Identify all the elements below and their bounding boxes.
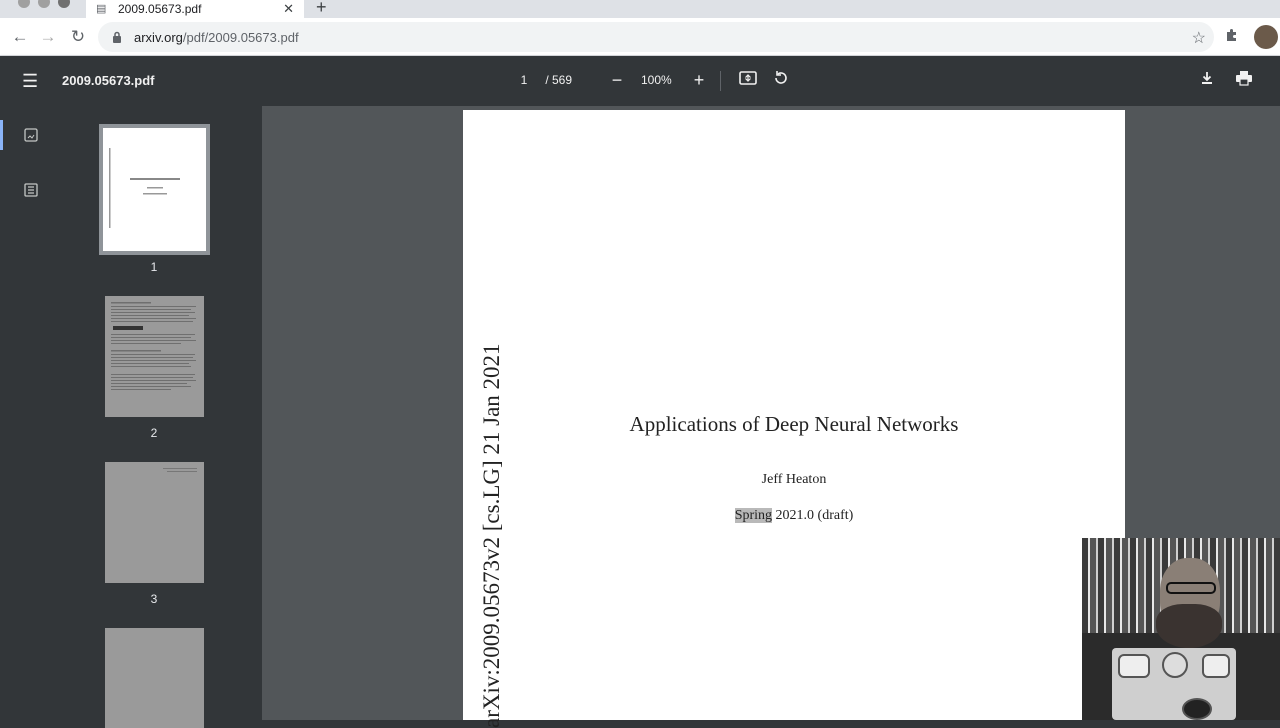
thumbnail-page-1[interactable] <box>99 124 210 255</box>
print-icon[interactable] <box>1233 69 1255 91</box>
page-total: / 569 <box>545 73 573 87</box>
current-page-input[interactable]: 1 <box>514 73 534 87</box>
laptop-sticker <box>1202 654 1230 678</box>
plus-icon[interactable]: + <box>688 69 710 91</box>
thumbnail-label: 3 <box>150 592 158 606</box>
thumbnail-page-3[interactable] <box>105 462 204 583</box>
page-selector: 1 / 569 <box>514 73 572 87</box>
minus-icon[interactable]: − <box>606 69 628 91</box>
thumbnail-page-4[interactable] <box>105 628 204 728</box>
close-tab-icon[interactable]: ✕ <box>283 1 294 17</box>
webcam-overlay <box>1082 538 1280 720</box>
pdf-toolbar: ☰ 2009.05673.pdf 1 / 569 − 100% + <box>0 56 1280 106</box>
browser-toolbar: ← → ↻ arxiv.org/pdf/2009.05673.pdf ☆ <box>0 18 1280 56</box>
thumbnail-panel: 1 2 3 <box>62 106 262 728</box>
tab-pdf[interactable]: ▤ 2009.05673.pdf ✕ <box>86 0 304 18</box>
lock-icon <box>112 31 124 43</box>
presenter-glasses <box>1166 582 1216 594</box>
window-minimize-button[interactable] <box>38 0 50 8</box>
edition-text: 2021.0 (draft) <box>772 508 854 523</box>
tab-title: 2009.05673.pdf <box>118 2 202 16</box>
puzzle-icon[interactable] <box>1224 27 1240 48</box>
laptop-sticker <box>1182 698 1212 720</box>
window-zoom-button[interactable] <box>58 0 70 8</box>
pdf-page-1: arXiv:2009.05673v2 [cs.LG] 21 Jan 2021 A… <box>463 110 1125 728</box>
arxiv-identifier: arXiv:2009.05673v2 [cs.LG] 21 Jan 2021 <box>479 343 504 728</box>
address-bar[interactable]: arxiv.org/pdf/2009.05673.pdf ☆ <box>98 22 1214 52</box>
laptop-sticker <box>1118 654 1150 678</box>
fit-page-icon[interactable] <box>737 69 759 91</box>
toolbar-divider <box>720 71 721 91</box>
url-path: /pdf/2009.05673.pdf <box>182 29 299 45</box>
thumbnail-page-2[interactable] <box>105 296 204 417</box>
sidebar-active-indicator <box>0 120 3 150</box>
thumbnail-label: 1 <box>150 260 158 274</box>
paper-title: Applications of Deep Neural Networks <box>629 412 959 436</box>
rotate-icon[interactable] <box>770 69 792 92</box>
back-icon[interactable]: ← <box>9 26 31 48</box>
forward-icon[interactable]: → <box>37 26 59 48</box>
window-close-button[interactable] <box>18 0 30 8</box>
outline-icon[interactable] <box>22 182 40 198</box>
new-tab-button[interactable]: + <box>316 0 327 18</box>
pdf-sidebar <box>0 106 62 720</box>
presenter-beard <box>1156 604 1222 648</box>
thumbnails-icon[interactable] <box>22 127 40 143</box>
profile-avatar[interactable] <box>1254 25 1278 49</box>
tab-strip: ▤ 2009.05673.pdf ✕ + <box>0 0 1280 18</box>
selected-text: Spring <box>734 508 773 523</box>
paper-edition: Spring 2021.0 (draft) <box>463 508 1125 524</box>
thumbnail-label: 2 <box>150 426 158 440</box>
star-icon[interactable]: ☆ <box>1192 28 1206 48</box>
paper-author: Jeff Heaton <box>761 472 827 487</box>
menu-icon[interactable]: ☰ <box>22 71 40 91</box>
url-host: arxiv.org <box>134 29 183 45</box>
python-sticker-icon <box>1162 652 1188 678</box>
pdf-favicon-icon: ▤ <box>96 3 107 15</box>
zoom-level[interactable]: 100% <box>641 73 672 87</box>
download-icon[interactable] <box>1196 69 1218 91</box>
document-title: 2009.05673.pdf <box>62 73 155 88</box>
reload-icon[interactable]: ↻ <box>67 26 89 48</box>
